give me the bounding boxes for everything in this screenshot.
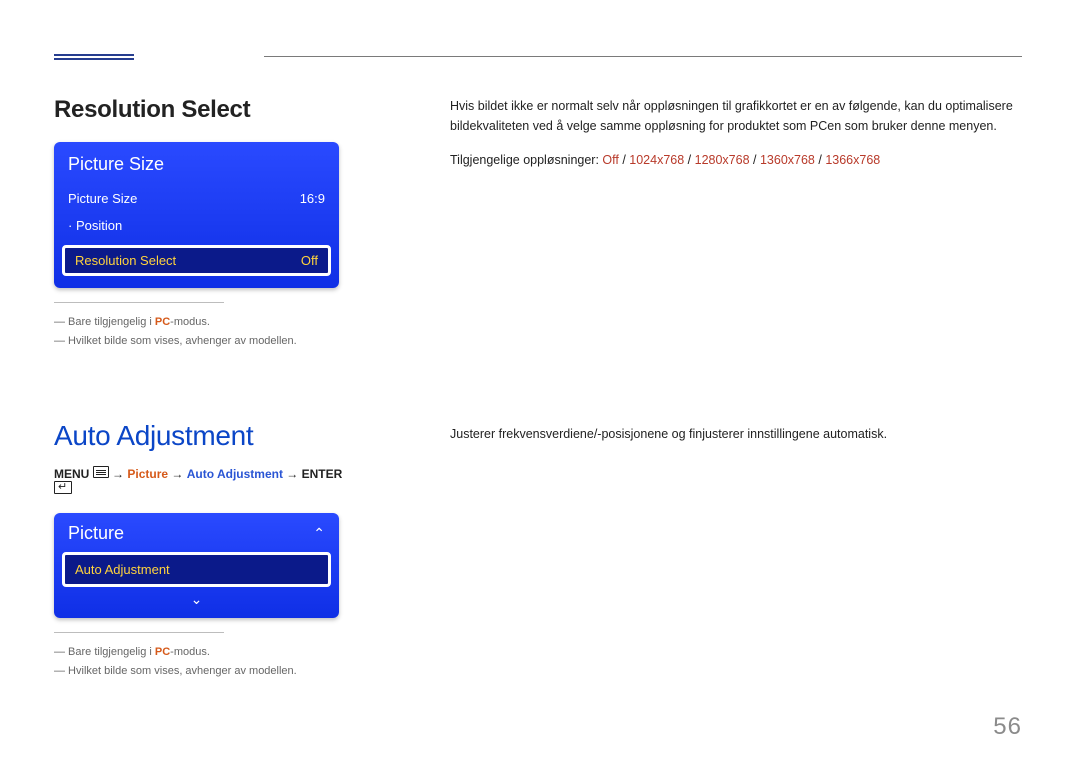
section2-notes: ― Bare tilgjengelig i PC-modus. ― Hvilke… [54, 632, 354, 680]
note2-pc-mode: ― Bare tilgjengelig i PC-modus. [54, 643, 354, 662]
res-1280: 1280x768 [695, 153, 750, 167]
section2-left: Auto Adjustment MENU → Picture → Auto Ad… [54, 420, 354, 680]
osd-picture-size: Picture Size Picture Size 16:9 · Positio… [54, 142, 339, 288]
section1-body: Hvis bildet ikke er normalt selv når opp… [450, 96, 1020, 170]
osd1-row3-label: Resolution Select [75, 253, 176, 268]
enter-label: ENTER [302, 467, 343, 481]
enter-icon [54, 481, 72, 494]
section1-left: Resolution Select Picture Size Picture S… [54, 96, 354, 350]
horizontal-rule-top [264, 56, 1022, 57]
note2-model: ― Hvilket bilde som vises, avhenger av m… [54, 662, 354, 681]
menu-path: MENU → Picture → Auto Adjustment → ENTER [54, 466, 354, 497]
notes-divider-2 [54, 632, 224, 633]
resolutions-line: Tilgjengelige oppløsninger: Off / 1024x7… [450, 150, 1020, 170]
section1-heading: Resolution Select [54, 96, 354, 124]
page-number: 56 [993, 713, 1022, 741]
decorative-bars [54, 54, 134, 64]
note-pc-mode: ― Bare tilgjengelig i PC-modus. [54, 313, 354, 332]
osd1-title: Picture Size [54, 142, 339, 185]
res-1360: 1360x768 [760, 153, 815, 167]
note-model: ― Hvilket bilde som vises, avhenger av m… [54, 332, 354, 351]
chevron-down-icon[interactable]: ⌄ [54, 589, 339, 610]
res-1024: 1024x768 [629, 153, 684, 167]
section1-notes: ― Bare tilgjengelig i PC-modus. ― Hvilke… [54, 302, 354, 350]
page-root: Resolution Select Picture Size Picture S… [0, 0, 1080, 763]
osd-picture: Picture ⌃ Auto Adjustment ⌄ [54, 513, 339, 618]
section2-body: Justerer frekvensverdiene/-posisjonene o… [450, 424, 1020, 444]
path-auto-adjustment: Auto Adjustment [187, 467, 283, 481]
osd2-title: Picture [68, 523, 124, 544]
osd1-row2-label: · Position [68, 218, 122, 233]
notes-divider [54, 302, 224, 303]
section2-heading: Auto Adjustment [54, 420, 354, 452]
section2-paragraph: Justerer frekvensverdiene/-posisjonene o… [450, 424, 1020, 444]
osd1-row-picture-size[interactable]: Picture Size 16:9 [54, 185, 339, 212]
menu-label: MENU [54, 467, 89, 481]
osd1-row3-value: Off [301, 253, 318, 268]
osd2-row-auto-adjustment[interactable]: Auto Adjustment [62, 552, 331, 587]
res-1366: 1366x768 [825, 153, 880, 167]
chevron-up-icon[interactable]: ⌃ [313, 525, 325, 542]
osd2-title-row: Picture ⌃ [54, 513, 339, 550]
path-picture: Picture [127, 467, 168, 481]
section1-paragraph: Hvis bildet ikke er normalt selv når opp… [450, 96, 1020, 136]
menu-icon [93, 466, 109, 478]
pc-text: PC [155, 316, 170, 328]
osd1-row-position[interactable]: · Position [54, 212, 339, 239]
pc-text-2: PC [155, 646, 170, 658]
osd1-row-resolution-select[interactable]: Resolution Select Off [62, 245, 331, 276]
osd1-row1-label: Picture Size [68, 191, 137, 206]
osd1-row1-value: 16:9 [300, 191, 325, 206]
res-off: Off [602, 153, 618, 167]
